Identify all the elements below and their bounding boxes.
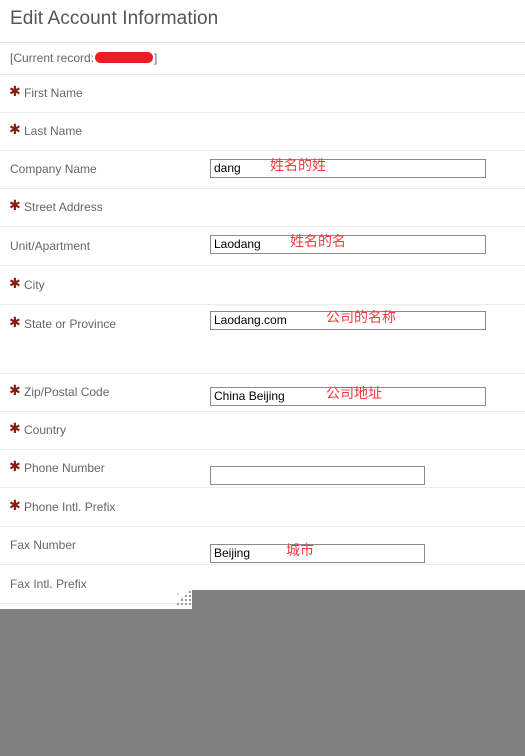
- field-row-company-name: Company Name Laodang.com 公司的名称: [0, 151, 525, 330]
- window-chrome-gray: [0, 609, 525, 756]
- field-row-country: ✱ Country CHINA 国家: [0, 412, 525, 450]
- edit-account-form-page: Edit Account Information [Current record…: [0, 0, 525, 612]
- field-label-last-name: Last Name: [24, 124, 83, 138]
- row-divider: [0, 564, 525, 565]
- field-label-unit-apartment: Unit/Apartment: [10, 239, 91, 253]
- field-row-unit-apartment: Unit/Apartment: [0, 228, 525, 485]
- required-star-icon: ✱: [9, 497, 21, 513]
- field-row-phone-number: ✱ Phone Number 电话号码: [0, 450, 525, 488]
- field-row-phone-intl-prefix: ✱ Phone Intl. Prefix CHINA [+86] 国际电话编码: [0, 489, 525, 527]
- field-label-fax-number: Fax Number: [10, 538, 77, 552]
- current-record-text: [Current record:]: [10, 51, 157, 65]
- field-label-first-name: First Name: [24, 86, 83, 100]
- field-row-zip-postal-code: ✱ Zip/Postal Code 1000 邮政编码: [0, 374, 525, 412]
- field-label-country: Country: [24, 423, 67, 437]
- current-record-label: [Current record:: [10, 51, 95, 65]
- required-star-icon: ✱: [9, 420, 21, 436]
- current-record-suffix: ]: [154, 51, 158, 65]
- required-star-icon: ✱: [9, 121, 21, 137]
- required-star-icon: ✱: [9, 275, 21, 291]
- field-label-company-name: Company Name: [10, 162, 97, 176]
- required-star-icon: ✱: [9, 382, 21, 398]
- current-record-row: [Current record:]: [0, 43, 525, 75]
- field-label-zip-postal-code: Zip/Postal Code: [24, 385, 110, 399]
- required-star-icon: ✱: [9, 458, 21, 474]
- row-divider: [0, 226, 525, 227]
- field-row-last-name: ✱ Last Name Laodang 姓名的名: [0, 113, 525, 254]
- row-divider: [0, 487, 525, 488]
- resize-grip-icon[interactable]: [175, 591, 193, 609]
- field-row-fax-number: Fax Number 010 传真号码: [0, 527, 525, 565]
- field-label-phone-number: Phone Number: [24, 461, 105, 475]
- row-divider: [0, 304, 525, 305]
- required-star-icon: ✱: [9, 314, 21, 330]
- required-star-icon: ✱: [9, 197, 21, 213]
- field-row-street-address: ✱ Street Address China Beijing 公司地址: [0, 189, 525, 406]
- field-row-state-or-province: ✱ State or Province - non-US State or Pr…: [0, 306, 525, 374]
- field-label-state-or-province: State or Province: [24, 317, 117, 331]
- field-row-city: ✱ City Beijing 城市: [0, 267, 525, 563]
- current-record-redaction: [95, 52, 154, 63]
- field-label-city: City: [24, 278, 45, 292]
- required-star-icon: ✱: [9, 83, 21, 99]
- field-label-fax-intl-prefix: Fax Intl. Prefix: [10, 577, 87, 591]
- row-divider: [0, 265, 525, 266]
- field-label-street-address: Street Address: [24, 200, 103, 214]
- field-row-first-name: ✱ First Name dang 姓名的姓: [0, 75, 525, 178]
- field-label-phone-intl-prefix: Phone Intl. Prefix: [24, 500, 116, 514]
- page-title: Edit Account Information: [10, 8, 219, 29]
